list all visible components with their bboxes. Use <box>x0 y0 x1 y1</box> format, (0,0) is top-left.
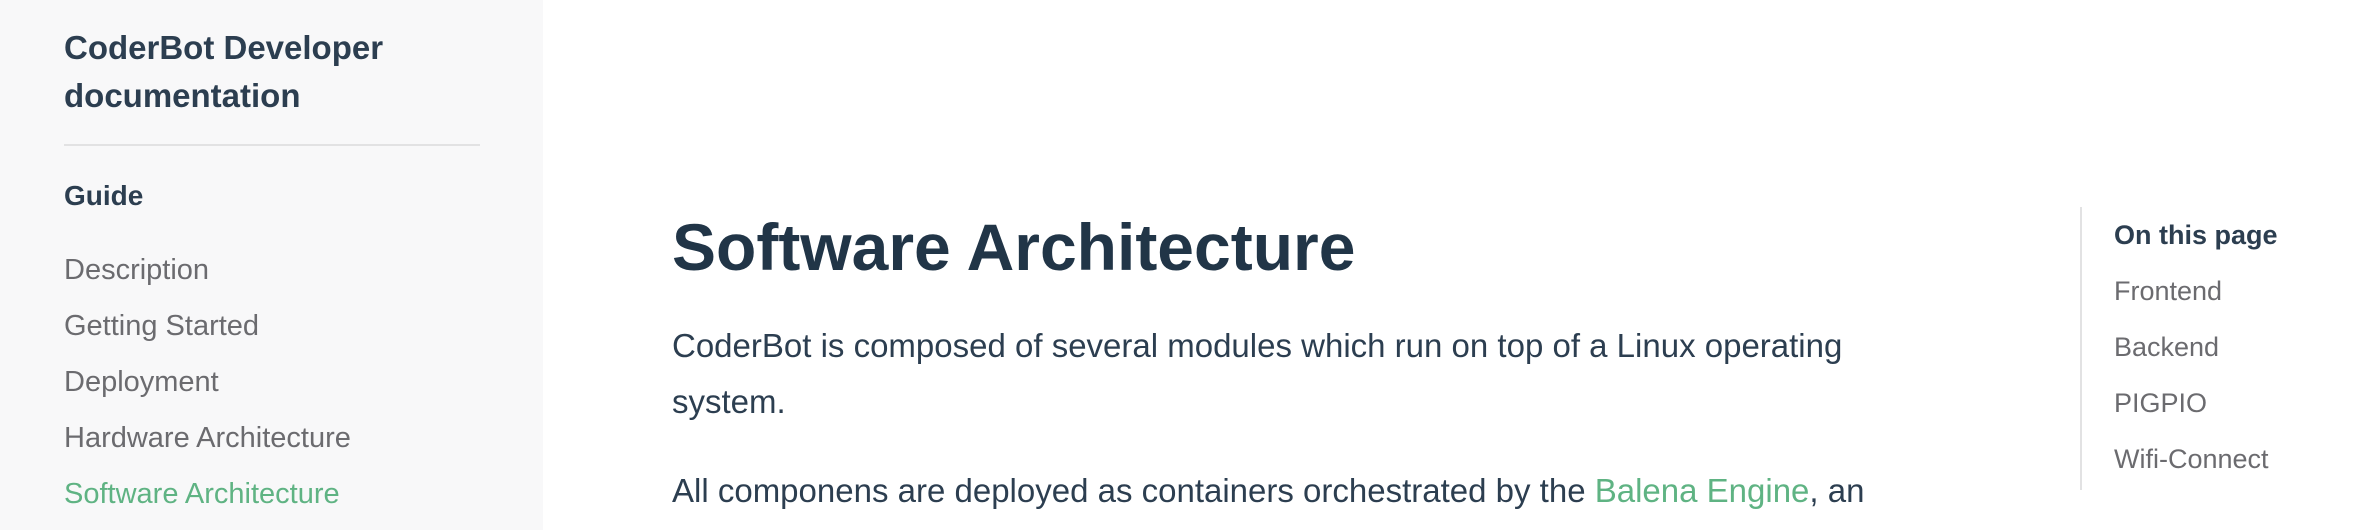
balena-engine-link[interactable]: Balena Engine <box>1595 472 1810 509</box>
sidebar-group-title-guide: Guide <box>64 180 144 211</box>
intro-paragraph: CoderBot is composed of several modules … <box>672 327 1843 420</box>
paragraph-text-after-link: , an <box>1809 472 1865 509</box>
sidebar: CoderBot Developer documentation Guide D… <box>0 0 543 530</box>
docs-layout: CoderBot Developer documentation Guide D… <box>0 0 2378 530</box>
toc-item-pigpio[interactable]: PIGPIO <box>2114 375 2360 431</box>
sidebar-item-deployment[interactable]: Deployment <box>64 354 351 410</box>
sidebar-nav: Description Getting Started Deployment H… <box>64 242 351 522</box>
toc-item-backend[interactable]: Backend <box>2114 319 2360 375</box>
toc-item-wifi-connect[interactable]: Wifi-Connect <box>2114 431 2360 487</box>
containers-paragraph: All componens are deployed as containers… <box>672 463 1912 519</box>
sidebar-item-software-architecture[interactable]: Software Architecture <box>64 466 351 522</box>
main-content: Software Architecture CoderBot is compos… <box>672 0 1912 530</box>
on-this-page-toc: On this page Frontend Backend PIGPIO Wif… <box>2080 207 2360 490</box>
page-title: Software Architecture <box>672 210 1356 284</box>
toc-title: On this page <box>2114 220 2278 250</box>
sidebar-item-getting-started[interactable]: Getting Started <box>64 298 351 354</box>
sidebar-item-description[interactable]: Description <box>64 242 351 298</box>
site-title[interactable]: CoderBot Developer documentation <box>64 24 484 120</box>
sidebar-divider <box>64 144 480 146</box>
toc-list: Frontend Backend PIGPIO Wifi-Connect <box>2114 263 2360 487</box>
sidebar-item-hardware-architecture[interactable]: Hardware Architecture <box>64 410 351 466</box>
paragraph-text-before-link: All componens are deployed as containers… <box>672 472 1595 509</box>
toc-item-frontend[interactable]: Frontend <box>2114 263 2360 319</box>
